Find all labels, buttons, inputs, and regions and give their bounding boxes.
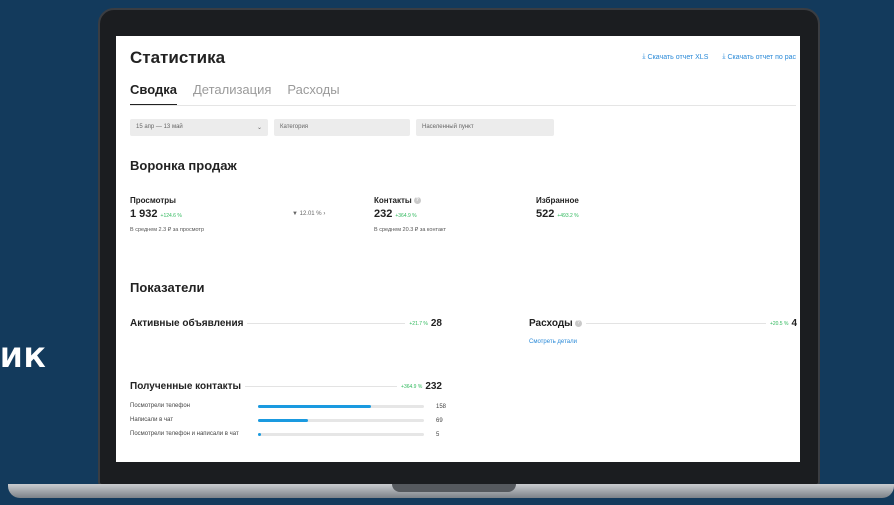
indicators-title: Показатели [130,280,205,295]
active-ads-row: Активные объявления +21.7 % 28 [130,318,442,329]
info-icon[interactable]: ? [574,320,582,327]
views-label: Просмотры [130,196,177,205]
side-text: ИК [0,343,47,374]
funnel-title: Воронка продаж [130,158,237,173]
received-contacts-row: Полученные контакты +364.9 % 232 [130,381,442,392]
conversion-value: 12.01 % [299,211,322,217]
received-contacts-delta: +364.9 % [401,383,423,390]
favorites-label: Избранное [536,196,579,205]
expenses-details-link[interactable]: Смотреть детали [529,339,577,345]
contacts-label: Контакты [374,196,412,205]
download-xls-link[interactable]: ⤓ Скачать отчет XLS [642,53,708,61]
bar-track [258,405,424,408]
contacts-label-group: Контакты? [374,196,421,205]
date-range-value: 15 апр — 13 май [136,124,183,130]
bar-row: Посмотрели телефон 158 [130,403,450,410]
received-contacts-label: Полученные контакты [130,381,242,392]
row-divider [247,323,406,324]
favorites-value: 522 [536,208,555,220]
city-input[interactable]: Населенный пункт [416,119,554,136]
bar-row: Написали в чат 69 [130,417,450,424]
favorites-delta: +493.2 % [557,213,579,219]
active-ads-value: 28 [430,318,442,329]
row-divider [245,386,398,387]
laptop-notch [392,484,516,492]
info-icon[interactable]: ? [413,197,421,205]
download-icon: ⤓ [642,53,646,60]
bar-value: 69 [436,417,443,424]
chevron-right-icon: › [323,211,326,217]
expenses-value: 4 [791,318,797,329]
favorites-value-group: 522 +493.2 % [536,208,579,220]
expenses-delta: +20.5 % [769,320,789,327]
tab-expenses[interactable]: Расходы [287,82,339,106]
bar-fill [258,433,262,436]
chevron-down-icon: ⌄ [256,125,262,131]
row-divider [585,323,766,324]
download-expenses-link[interactable]: ⤓ Скачать отчет по рас [722,53,796,61]
contacts-value: 232 [374,208,393,220]
bar-label: Посмотрели телефон [130,403,190,409]
date-range-select[interactable]: 15 апр — 13 май ⌄ [130,119,268,136]
received-contacts-value: 232 [425,381,442,392]
views-value: 1 932 [130,208,158,220]
tab-summary[interactable]: Сводка [130,82,177,106]
bar-track [258,419,424,422]
bar-value: 158 [436,403,447,410]
conversion-rate: ▼ 12.01 % › [292,211,325,217]
bar-fill [258,419,308,422]
views-sub: В среднем 2.3 ₽ за просмотр [130,227,205,233]
app-screen: Статистика ⤓ Скачать отчет XLS ⤓ Скачать… [116,36,800,462]
download-xls-label: Скачать отчет XLS [647,53,709,61]
tabs: Сводка Детализация Расходы [130,82,340,106]
bar-fill [258,405,371,408]
views-value-group: 1 932 +124.6 % [130,208,182,220]
active-ads-delta: +21.7 % [409,320,428,327]
tabs-divider [130,105,796,106]
arrow-down-icon: ▼ [292,211,298,217]
active-ads-label: Активные объявления [130,318,244,329]
download-expenses-label: Скачать отчет по рас [727,53,796,61]
expenses-label: Расходы [529,318,573,329]
contacts-sub: В среднем 20.3 ₽ за контакт [374,227,446,233]
page-title: Статистика [130,48,226,67]
contacts-delta: +364.9 % [395,213,417,219]
contacts-value-group: 232 +364.9 % [374,208,417,220]
expenses-row: Расходы? +20.5 % 4 [529,318,797,329]
tab-details[interactable]: Детализация [193,82,271,106]
bar-label: Посмотрели телефон и написали в чат [130,431,239,437]
category-placeholder: Категория [280,124,309,130]
views-delta: +124.6 % [160,213,182,219]
city-placeholder: Населенный пункт [422,124,474,130]
bar-value: 5 [436,431,440,438]
download-links: ⤓ Скачать отчет XLS ⤓ Скачать отчет по р… [642,53,796,61]
bar-row: Посмотрели телефон и написали в чат 5 [130,431,450,438]
download-icon: ⤓ [722,53,726,60]
bar-track [258,433,424,436]
bar-label: Написали в чат [130,417,174,423]
category-input[interactable]: Категория [274,119,410,136]
